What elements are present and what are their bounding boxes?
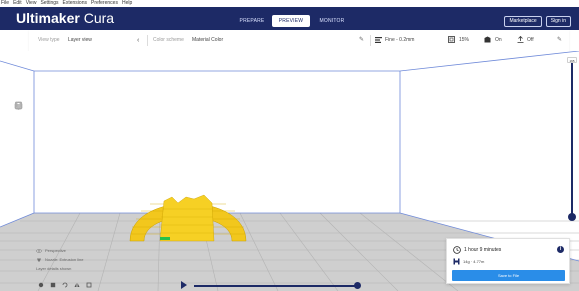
bottom-view-icon [15, 101, 22, 110]
infill-value[interactable]: 15% [459, 30, 469, 51]
view-right-button[interactable] [14, 102, 32, 181]
material-usage-value: 14g · 4.77m [463, 259, 485, 264]
view-front-button[interactable] [14, 102, 32, 133]
sim-info-line: Nozzle: Extrusion line [45, 257, 84, 262]
pencil-icon[interactable]: ✎ [359, 30, 364, 51]
layer-slider[interactable]: 165 [566, 57, 578, 222]
marketplace-button[interactable]: Marketplace [504, 16, 542, 27]
rotate-icon [62, 282, 67, 287]
view-top-button[interactable] [14, 102, 32, 149]
stage-tabs: PREPARE PREVIEW MONITOR [232, 15, 354, 27]
brand-bold: Ultimaker [16, 10, 80, 26]
simulation-slider[interactable] [194, 282, 361, 289]
pencil-icon[interactable]: ✎ [557, 30, 562, 51]
print-time: 1 hour 9 minutes [453, 246, 501, 254]
menu-bar: File Edit View Settings Extensions Prefe… [0, 0, 579, 7]
layer-slider-handle[interactable] [568, 213, 576, 221]
menu-edit[interactable]: Edit [13, 0, 22, 7]
chevron-down-icon[interactable]: ‹ [137, 30, 139, 51]
bottom-tools [37, 281, 92, 288]
menu-view[interactable]: View [26, 0, 37, 7]
color-scheme-label: Color scheme [153, 37, 184, 43]
support-icon [484, 30, 491, 51]
layer-slider-track[interactable] [571, 63, 573, 217]
rotate-tool-button[interactable] [61, 281, 68, 288]
eye-icon [36, 248, 42, 253]
mirror-tool-button[interactable] [73, 281, 80, 288]
divider [147, 35, 148, 46]
clock-icon [453, 246, 461, 254]
adhesion-value[interactable]: Off [527, 30, 534, 51]
view-tools [14, 101, 32, 197]
settings-icon [86, 282, 91, 287]
infill-icon [448, 30, 455, 51]
view-bottom-button[interactable] [14, 101, 32, 197]
print-time-value: 1 hour 9 minutes [464, 247, 502, 253]
view-type-label: View type [38, 37, 60, 43]
per-model-settings-button[interactable] [85, 281, 92, 288]
mirror-icon [74, 282, 79, 287]
tab-prepare[interactable]: PREPARE [232, 15, 272, 27]
profile-icon [375, 30, 382, 51]
print-info-panel: 1 hour 9 minutes i 14g · 4.77m Save to F… [446, 238, 570, 284]
sign-in-button[interactable]: Sign in [545, 16, 571, 27]
nozzle-icon [37, 258, 41, 261]
simulation-info: Perspective Nozzle: Extrusion line Layer… [36, 246, 83, 273]
play-icon[interactable] [181, 281, 187, 289]
spool-icon [453, 258, 460, 265]
save-to-file-button[interactable]: Save to File [452, 270, 565, 281]
menu-file[interactable]: File [1, 0, 9, 7]
material-usage: 14g · 4.77m [453, 258, 484, 265]
menu-help[interactable]: Help [122, 0, 132, 7]
tab-preview[interactable]: PREVIEW [272, 15, 310, 27]
simulation-slider-handle[interactable] [354, 282, 361, 289]
brand-light: Cura [83, 10, 115, 26]
color-scheme-select[interactable]: Material Color [192, 30, 223, 51]
print-profile-select[interactable]: Fine - 0.2mm [385, 30, 414, 51]
app-logo: Ultimaker Cura [16, 9, 114, 28]
sim-info-line: Perspective [45, 248, 66, 253]
adhesion-icon [517, 30, 524, 51]
view-type-select[interactable]: Layer view [68, 30, 92, 51]
sim-info-line: Layer details shown [36, 266, 72, 271]
scale-tool-button[interactable] [49, 281, 56, 288]
support-value[interactable]: On [495, 30, 502, 51]
move-icon [38, 282, 43, 287]
menu-settings[interactable]: Settings [40, 0, 58, 7]
top-bar: Ultimaker Cura PREPARE PREVIEW MONITOR M… [0, 7, 579, 30]
divider [370, 35, 371, 46]
account-area: Marketplace Sign in [504, 16, 571, 27]
menu-extensions[interactable]: Extensions [63, 0, 87, 7]
tab-monitor[interactable]: MONITOR [310, 15, 354, 27]
scale-icon [50, 282, 55, 287]
info-icon[interactable]: i [557, 246, 564, 253]
menu-preferences[interactable]: Preferences [91, 0, 118, 7]
move-tool-button[interactable] [37, 281, 44, 288]
view-options-bar: View type Layer view ‹ Color scheme Mate… [29, 30, 569, 52]
view-left-button[interactable] [14, 102, 32, 165]
